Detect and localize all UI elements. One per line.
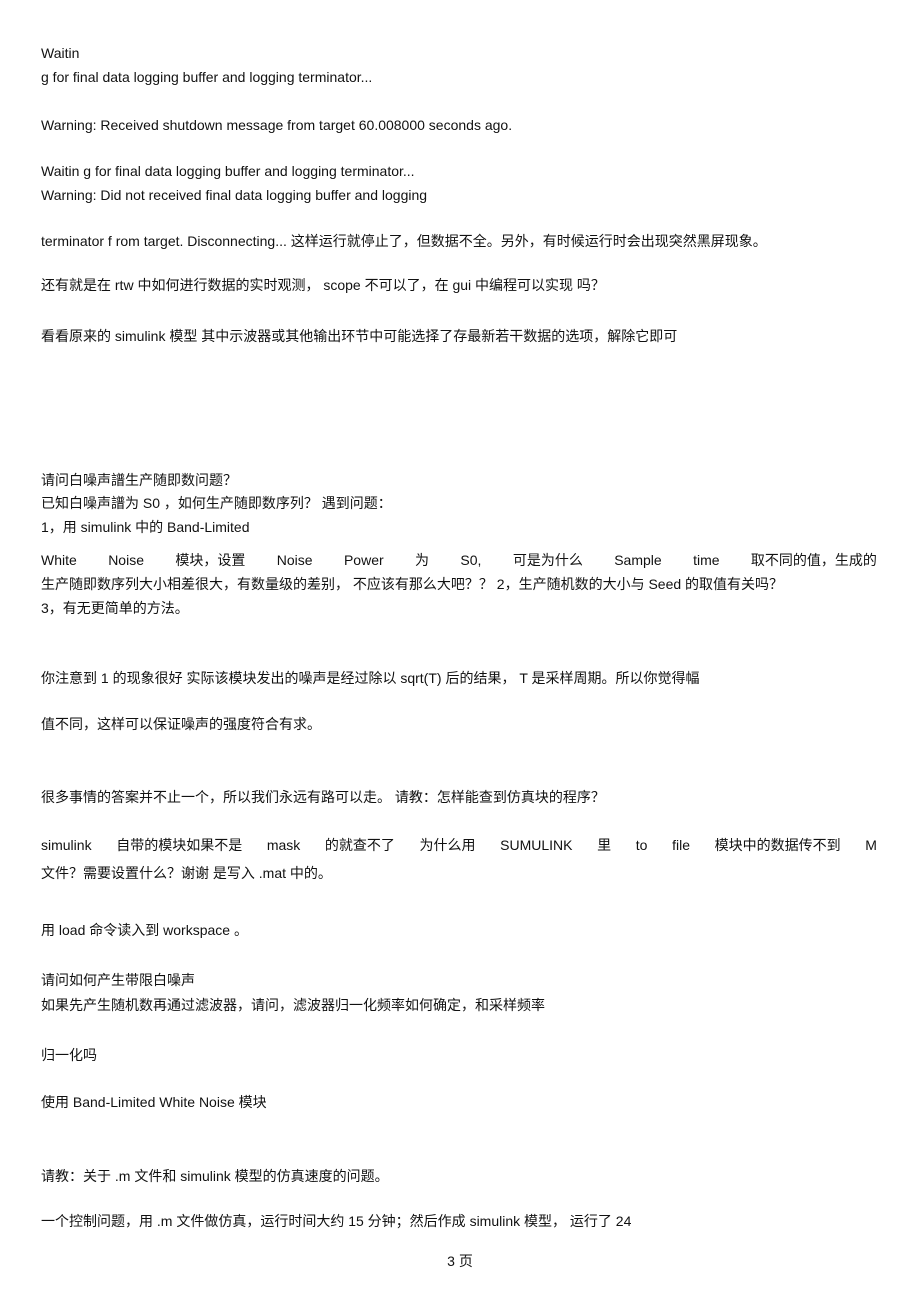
text-line: 一个控制问题，用 .m 文件做仿真，运行时间大约 15 分钟；然后作成 simu… xyxy=(41,1213,632,1229)
text-line: 文件？需要设置什么？谢谢 是写入 .mat 中的。 xyxy=(41,865,332,881)
text-line: 1，用 simulink 中的 Band-Limited xyxy=(41,519,250,535)
text-line: 如果先产生随机数再通过滤波器，请问，滤波器归一化频率如何确定，和采样频率 xyxy=(41,997,545,1013)
word: White xyxy=(41,552,77,568)
text-line: 归一化吗 xyxy=(41,1047,97,1063)
word: M xyxy=(865,837,877,853)
text-line: 很多事情的答案并不止一个，所以我们永远有路可以走。 请教：怎样能查到仿真块的程序… xyxy=(41,789,605,805)
word: to xyxy=(635,837,648,853)
text-line: 值不同，这样可以保证噪声的强度符合有求。 xyxy=(41,716,321,732)
word: S0, xyxy=(460,552,482,568)
word: 自带的模块如果不是 xyxy=(116,837,243,853)
word: Noise xyxy=(108,552,144,568)
word: 取不同的值，生成的 xyxy=(750,552,877,568)
word: 为 xyxy=(415,552,430,568)
text-line: Waitin xyxy=(41,45,80,61)
word: mask xyxy=(266,837,301,853)
text-line: 生产随即数序列大小相差很大，有数量级的差别， 不应该有那么大吧？？ 2，生产随机… xyxy=(41,576,784,592)
word: simulink xyxy=(41,837,92,853)
text-line: terminator f rom target. Disconnecting..… xyxy=(41,233,767,249)
word: 模块中的数据传不到 xyxy=(714,837,841,853)
word: time xyxy=(693,552,720,568)
justified-line: White Noise 模块，设置 Noise Power 为 S0, 可是为什… xyxy=(41,551,877,569)
text-line: 用 load 命令读入到 workspace 。 xyxy=(41,922,248,938)
word: 可是为什么 xyxy=(512,552,583,568)
text-line: 还有就是在 rtw 中如何进行数据的实时观测， scope 不可以了，在 gui… xyxy=(41,277,605,293)
word: 里 xyxy=(597,837,612,853)
text-line: 你注意到 1 的现象很好 实际该模块发出的噪声是经过除以 sqrt(T) 后的结… xyxy=(41,670,700,686)
text-line: Warning: Did not received final data log… xyxy=(41,187,428,203)
text-line: 3，有无更简单的方法。 xyxy=(41,600,189,616)
text-line: g for final data logging buffer and logg… xyxy=(41,69,373,85)
text-line: Waitin g for final data logging buffer a… xyxy=(41,163,415,179)
text-line: 使用 Band-Limited White Noise 模块 xyxy=(41,1094,267,1110)
text-line: 已知白噪声譜为 S0 ，如何生产随即数序列？ 遇到问题： xyxy=(41,495,392,511)
page-number: 3 页 xyxy=(447,1253,473,1269)
word: 的就查不了 xyxy=(324,837,395,853)
word: 模块，设置 xyxy=(175,552,246,568)
word: Noise xyxy=(276,552,313,568)
text-line: 看看原来的 simulink 模型 其中示波器或其他输出环节中可能选择了存最新若… xyxy=(41,328,678,344)
text-line: Warning: Received shutdown message from … xyxy=(41,117,513,133)
text-line: 请教：关于 .m 文件和 simulink 模型的仿真速度的问题。 xyxy=(41,1168,389,1184)
justified-line: simulink 自带的模块如果不是 mask 的就查不了 为什么用 SUMUL… xyxy=(41,836,877,854)
word: Sample xyxy=(614,552,662,568)
word: Power xyxy=(343,552,384,568)
word: SUMULINK xyxy=(500,837,573,853)
word: file xyxy=(672,837,690,853)
text-line: 请问白噪声譜生产随即数问题？ xyxy=(41,472,237,488)
word: 为什么用 xyxy=(419,837,476,853)
text-line: 请问如何产生带限白噪声 xyxy=(41,972,195,988)
